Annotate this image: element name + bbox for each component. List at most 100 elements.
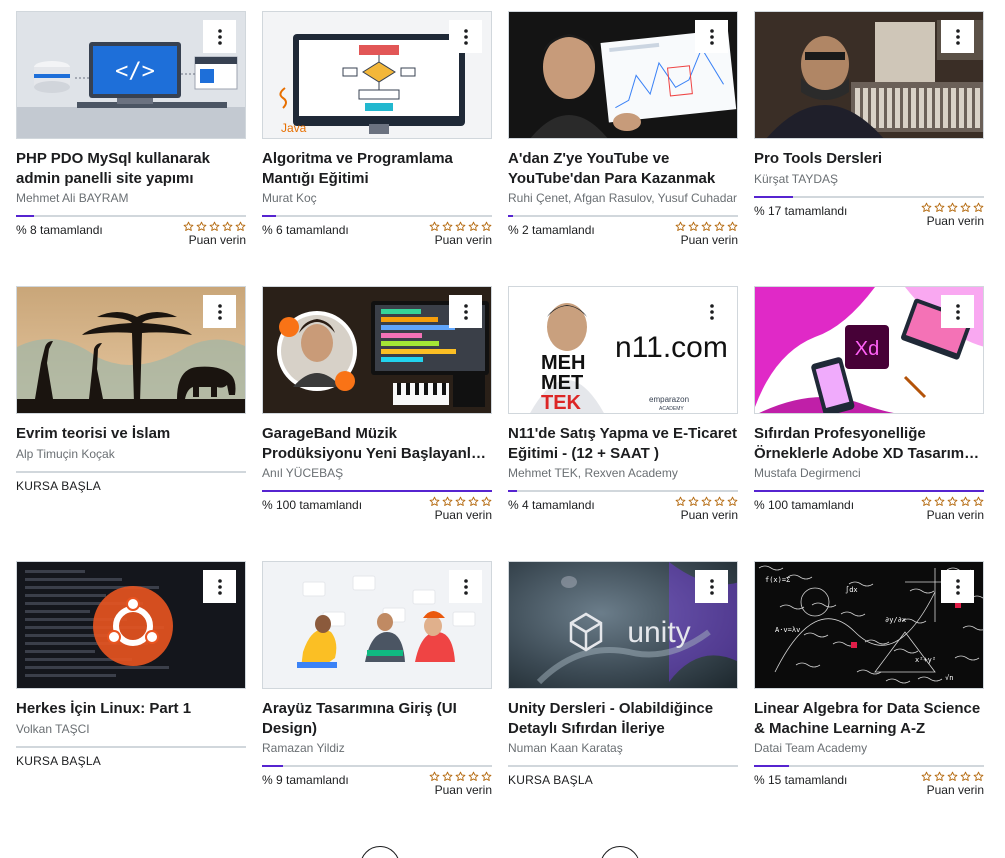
rating-widget[interactable]: Puan verin — [429, 221, 492, 248]
course-title[interactable]: N11'de Satış Yapma ve E-Ticaret Eğitimi … — [508, 424, 738, 463]
star-outline-icon[interactable] — [481, 496, 492, 507]
star-outline-icon[interactable] — [429, 496, 440, 507]
rating-widget[interactable]: Puan verin — [429, 771, 492, 798]
rate-label[interactable]: Puan verin — [921, 214, 984, 229]
rating-stars[interactable] — [429, 221, 492, 232]
star-outline-icon[interactable] — [222, 221, 233, 232]
course-title[interactable]: GarageBand Müzik Prodüksiyonu Yeni Başla… — [262, 424, 492, 463]
start-course-label[interactable]: KURSA BAŞLA — [16, 754, 246, 769]
rate-label[interactable]: Puan verin — [675, 233, 738, 248]
course-title[interactable]: Unity Dersleri - Olabildiğince Detaylı S… — [508, 699, 738, 738]
rating-stars[interactable] — [183, 221, 246, 232]
star-outline-icon[interactable] — [727, 221, 738, 232]
star-outline-icon[interactable] — [209, 221, 220, 232]
rate-label[interactable]: Puan verin — [675, 508, 738, 523]
star-outline-icon[interactable] — [688, 496, 699, 507]
star-outline-icon[interactable] — [973, 496, 984, 507]
rating-stars[interactable] — [429, 771, 492, 782]
star-outline-icon[interactable] — [973, 202, 984, 213]
star-outline-icon[interactable] — [675, 496, 686, 507]
course-card[interactable]: Java Algoritma ve Programlama Mantığı Eğ… — [262, 11, 492, 286]
star-outline-icon[interactable] — [429, 771, 440, 782]
rate-label[interactable]: Puan verin — [921, 508, 984, 523]
start-course-label[interactable]: KURSA BAŞLA — [16, 479, 246, 494]
course-thumbnail[interactable]: Xd — [754, 286, 984, 414]
course-title[interactable]: Herkes İçin Linux: Part 1 — [16, 699, 246, 719]
star-outline-icon[interactable] — [973, 771, 984, 782]
course-thumbnail[interactable] — [754, 11, 984, 139]
rate-label[interactable]: Puan verin — [183, 233, 246, 248]
star-outline-icon[interactable] — [714, 221, 725, 232]
course-menu-button[interactable] — [941, 295, 974, 328]
course-thumbnail[interactable]: f(x)=Σ ∫dx x²+y² A·v=λv ∂y/∂x √n — [754, 561, 984, 689]
star-outline-icon[interactable] — [183, 221, 194, 232]
course-menu-button[interactable] — [449, 570, 482, 603]
course-menu-button[interactable] — [449, 295, 482, 328]
course-title[interactable]: Evrim teorisi ve İslam — [16, 424, 246, 444]
course-card[interactable]: unity Unity Dersleri - Olabildiğince Det… — [508, 561, 738, 836]
star-outline-icon[interactable] — [468, 496, 479, 507]
rate-label[interactable]: Puan verin — [429, 233, 492, 248]
rating-stars[interactable] — [675, 221, 738, 232]
rating-stars[interactable] — [921, 771, 984, 782]
course-card[interactable]: Evrim teorisi ve İslam Alp Timuçin Koçak… — [16, 286, 246, 561]
course-menu-button[interactable] — [449, 20, 482, 53]
star-outline-icon[interactable] — [727, 496, 738, 507]
rating-widget[interactable]: Puan verin — [183, 221, 246, 248]
star-outline-icon[interactable] — [442, 771, 453, 782]
star-outline-icon[interactable] — [442, 221, 453, 232]
star-outline-icon[interactable] — [701, 496, 712, 507]
rating-widget[interactable]: Puan verin — [675, 221, 738, 248]
rating-stars[interactable] — [675, 496, 738, 507]
course-title[interactable]: Arayüz Tasarımına Giriş (UI Design) — [262, 699, 492, 738]
rating-stars[interactable] — [429, 496, 492, 507]
star-outline-icon[interactable] — [455, 221, 466, 232]
star-outline-icon[interactable] — [688, 221, 699, 232]
star-outline-icon[interactable] — [455, 771, 466, 782]
course-menu-button[interactable] — [695, 20, 728, 53]
course-menu-button[interactable] — [203, 295, 236, 328]
rating-widget[interactable]: Puan verin — [921, 771, 984, 798]
course-thumbnail[interactable] — [262, 286, 492, 414]
star-outline-icon[interactable] — [468, 221, 479, 232]
course-title[interactable]: Linear Algebra for Data Science & Machin… — [754, 699, 984, 738]
course-title[interactable]: Pro Tools Dersleri — [754, 149, 984, 169]
star-outline-icon[interactable] — [921, 496, 932, 507]
course-thumbnail[interactable]: </> — [16, 11, 246, 139]
rating-widget[interactable]: Puan verin — [675, 496, 738, 523]
star-outline-icon[interactable] — [468, 771, 479, 782]
star-outline-icon[interactable] — [934, 496, 945, 507]
rating-stars[interactable] — [921, 496, 984, 507]
star-outline-icon[interactable] — [196, 221, 207, 232]
course-thumbnail[interactable]: MEH MET TEK n11.com emparazon ACADEMY — [508, 286, 738, 414]
course-card[interactable]: Arayüz Tasarımına Giriş (UI Design) Rama… — [262, 561, 492, 836]
course-menu-button[interactable] — [941, 20, 974, 53]
star-outline-icon[interactable] — [947, 496, 958, 507]
pagination-next-button[interactable] — [600, 846, 640, 858]
course-title[interactable]: Algoritma ve Programlama Mantığı Eğitimi — [262, 149, 492, 188]
course-card[interactable]: f(x)=Σ ∫dx x²+y² A·v=λv ∂y/∂x √n Linear Alge… — [754, 561, 984, 836]
course-menu-button[interactable] — [941, 570, 974, 603]
star-outline-icon[interactable] — [960, 202, 971, 213]
course-thumbnail[interactable] — [16, 561, 246, 689]
course-thumbnail[interactable]: unity — [508, 561, 738, 689]
course-thumbnail[interactable] — [16, 286, 246, 414]
rate-label[interactable]: Puan verin — [429, 783, 492, 798]
course-card[interactable]: A'dan Z'ye YouTube ve YouTube'dan Para K… — [508, 11, 738, 286]
rating-stars[interactable] — [921, 202, 984, 213]
star-outline-icon[interactable] — [429, 221, 440, 232]
star-outline-icon[interactable] — [921, 202, 932, 213]
course-card[interactable]: Herkes İçin Linux: Part 1 Volkan TAŞCI K… — [16, 561, 246, 836]
pagination-prev-button[interactable] — [360, 846, 400, 858]
course-card[interactable]: </> PHP PDO MySql kullanarak admin panel… — [16, 11, 246, 286]
star-outline-icon[interactable] — [947, 771, 958, 782]
course-title[interactable]: PHP PDO MySql kullanarak admin panelli s… — [16, 149, 246, 188]
star-outline-icon[interactable] — [481, 221, 492, 232]
course-title[interactable]: A'dan Z'ye YouTube ve YouTube'dan Para K… — [508, 149, 738, 188]
star-outline-icon[interactable] — [934, 771, 945, 782]
star-outline-icon[interactable] — [675, 221, 686, 232]
star-outline-icon[interactable] — [442, 496, 453, 507]
star-outline-icon[interactable] — [934, 202, 945, 213]
course-title[interactable]: Sıfırdan Profesyonelliğe Örneklerle Adob… — [754, 424, 984, 463]
rate-label[interactable]: Puan verin — [921, 783, 984, 798]
